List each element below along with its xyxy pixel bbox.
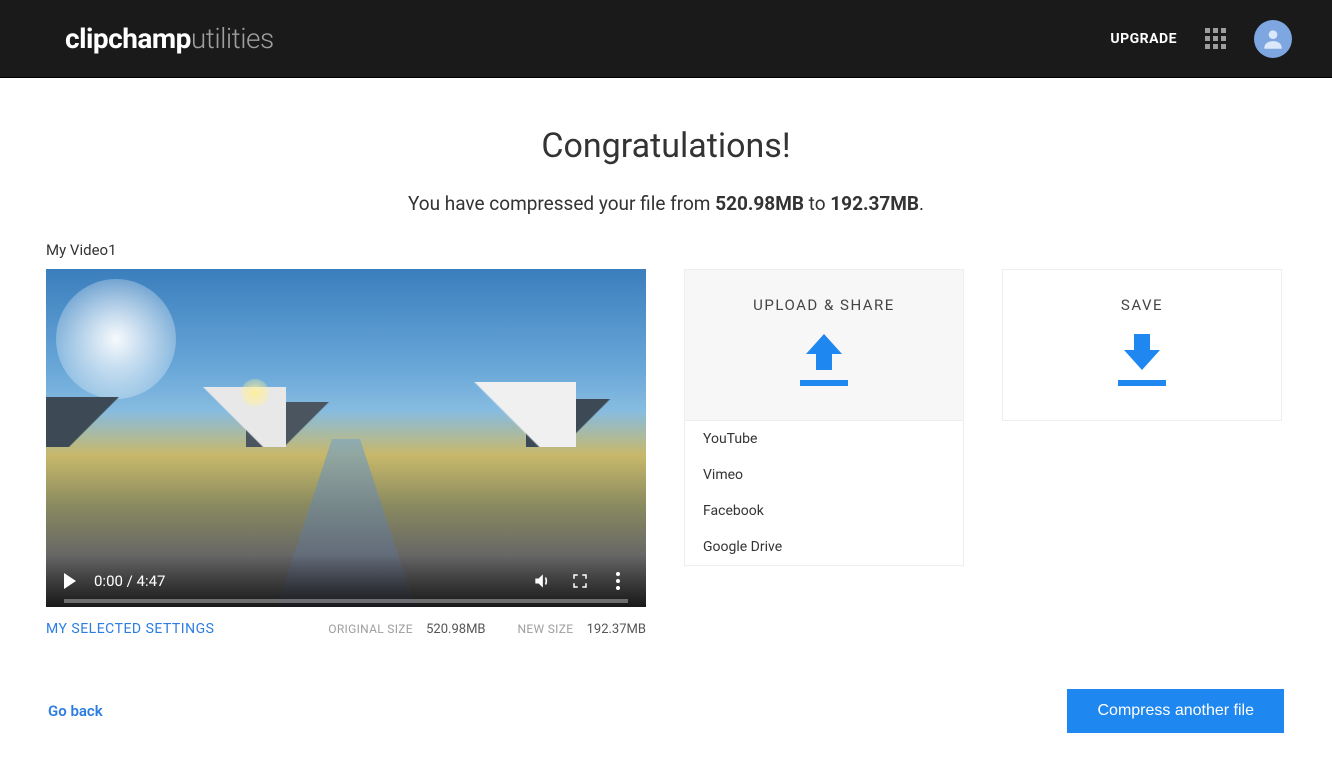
original-size-value: 520.98MB	[426, 622, 485, 637]
upload-share-card[interactable]: UPLOAD & SHARE	[684, 269, 964, 421]
apps-grid-icon[interactable]	[1205, 28, 1226, 49]
top-bar: clipchamputilities UPGRADE	[0, 0, 1332, 78]
original-size-label: ORIGINAL SIZE	[328, 622, 413, 636]
upload-icon	[788, 332, 860, 388]
topbar-right: UPGRADE	[1110, 20, 1292, 58]
compression-summary: You have compressed your file from 520.9…	[46, 192, 1286, 215]
share-options-list: YouTube Vimeo Facebook Google Drive	[684, 421, 964, 566]
logo-brand: clipchamp	[65, 22, 191, 55]
action-cards: UPLOAD & SHARE YouTube Vimeo Facebook Go…	[684, 269, 1286, 566]
summary-to-size: 192.37MB	[830, 192, 919, 215]
selected-settings-link[interactable]: MY SELECTED SETTINGS	[46, 621, 214, 637]
upgrade-link[interactable]: UPGRADE	[1110, 31, 1177, 47]
summary-mid: to	[804, 192, 830, 215]
summary-from-size: 520.98MB	[715, 192, 804, 215]
video-meta-row: MY SELECTED SETTINGS ORIGINAL SIZE 520.9…	[46, 621, 646, 637]
fullscreen-icon[interactable]	[570, 571, 590, 591]
upload-share-title: UPLOAD & SHARE	[695, 296, 953, 314]
volume-icon[interactable]	[532, 571, 552, 591]
play-icon[interactable]	[64, 573, 76, 589]
upload-column: UPLOAD & SHARE YouTube Vimeo Facebook Go…	[684, 269, 964, 566]
save-card[interactable]: SAVE	[1002, 269, 1282, 421]
logo-sub: utilities	[191, 22, 274, 55]
summary-prefix: You have compressed your file from	[408, 192, 715, 215]
footer-row: Go back Compress another file	[46, 689, 1286, 733]
new-size-label: NEW SIZE	[518, 622, 574, 636]
new-size-value: 192.37MB	[587, 622, 646, 637]
size-group: ORIGINAL SIZE 520.98MB NEW SIZE 192.37MB	[328, 622, 646, 637]
share-option-youtube[interactable]: YouTube	[685, 421, 963, 457]
main-row: 0:00 / 4:47 MY SELECTED SETTINGS	[46, 269, 1286, 637]
video-progress[interactable]	[64, 599, 628, 603]
share-option-google-drive[interactable]: Google Drive	[685, 529, 963, 565]
compress-another-button[interactable]: Compress another file	[1067, 689, 1284, 733]
video-scene-flare	[241, 379, 269, 407]
video-player[interactable]: 0:00 / 4:47	[46, 269, 646, 607]
share-option-facebook[interactable]: Facebook	[685, 493, 963, 529]
save-title: SAVE	[1013, 296, 1271, 314]
download-icon	[1106, 332, 1178, 388]
video-scene-mountains	[46, 377, 646, 447]
video-title: My Video1	[46, 241, 1286, 259]
save-column: SAVE	[1002, 269, 1282, 566]
summary-suffix: .	[919, 192, 924, 215]
original-size: ORIGINAL SIZE 520.98MB	[328, 622, 485, 637]
page-title: Congratulations!	[46, 126, 1286, 166]
more-icon[interactable]	[608, 571, 628, 591]
share-option-vimeo[interactable]: Vimeo	[685, 457, 963, 493]
video-time: 0:00 / 4:47	[94, 572, 165, 590]
avatar[interactable]	[1254, 20, 1292, 58]
user-icon	[1260, 26, 1286, 52]
content: Congratulations! You have compressed you…	[0, 78, 1332, 733]
video-column: 0:00 / 4:47 MY SELECTED SETTINGS	[46, 269, 646, 637]
go-back-link[interactable]: Go back	[48, 702, 103, 720]
new-size: NEW SIZE 192.37MB	[518, 622, 646, 637]
logo[interactable]: clipchamputilities	[65, 22, 274, 55]
